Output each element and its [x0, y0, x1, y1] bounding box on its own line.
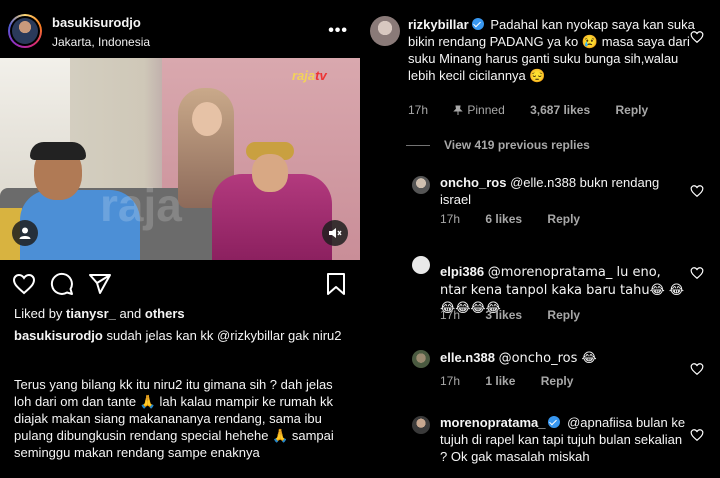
comment-username[interactable]: elpi386	[440, 264, 484, 279]
reply-button[interactable]: Reply	[616, 103, 649, 117]
caption: basukisurodjo sudah jelas kan kk @rizkyb…	[14, 327, 344, 344]
comment-meta: 17h 3 likes Reply	[440, 308, 602, 322]
liked-others[interactable]: others	[145, 306, 185, 321]
post-location[interactable]: Jakarta, Indonesia	[52, 35, 150, 49]
comment-text: @oncho_ros 😂	[498, 351, 597, 366]
comment-username[interactable]: morenopratama_	[440, 415, 545, 430]
comment-likes[interactable]: 6 likes	[485, 212, 522, 226]
heart-icon[interactable]	[690, 184, 704, 198]
avatar[interactable]	[412, 416, 430, 434]
comment-likes[interactable]: 3,687 likes	[530, 103, 590, 117]
reply-item: oncho_ros @elle.n388 bukn rendang israel	[440, 174, 690, 208]
pinned-label: Pinned	[453, 103, 505, 117]
comment-meta: 17h 1 like Reply	[440, 374, 595, 388]
avatar[interactable]	[412, 350, 430, 368]
avatar[interactable]	[412, 256, 430, 274]
view-previous-replies[interactable]: View 419 previous replies	[406, 138, 590, 152]
comment-username[interactable]: elle.n388	[440, 350, 495, 365]
comment-time: 17h	[440, 308, 461, 322]
comments-panel: rizkybillar Padahal kan nyokap saya kan …	[360, 0, 720, 478]
comment-likes[interactable]: 1 like	[485, 374, 515, 388]
comment-likes[interactable]: 3 likes	[485, 308, 522, 322]
caption-body: Terus yang bilang kk itu niru2 itu giman…	[14, 377, 334, 460]
post-actions	[0, 268, 360, 300]
comment-time: 17h	[408, 103, 429, 117]
post-header: basukisurodjo Jakarta, Indonesia •••	[0, 0, 360, 60]
heart-icon[interactable]	[690, 30, 704, 44]
avatar[interactable]	[370, 16, 400, 46]
avatar[interactable]	[8, 14, 42, 48]
heart-icon[interactable]	[12, 272, 36, 296]
verified-icon	[548, 416, 561, 428]
comment-main: rizkybillar Padahal kan nyokap saya kan …	[408, 16, 698, 84]
reply-button[interactable]: Reply	[541, 374, 574, 388]
comment-time: 17h	[440, 374, 461, 388]
liked-by: Liked by tianysr_ and others	[14, 306, 185, 321]
liked-user[interactable]: tianysr_	[66, 306, 116, 321]
comment-time: 17h	[440, 212, 461, 226]
heart-icon[interactable]	[690, 362, 704, 376]
caption-username[interactable]: basukisurodjo	[14, 328, 103, 343]
reply-button[interactable]: Reply	[547, 212, 580, 226]
reply-item: morenopratama_ @apnafiisa bulan ke tujuh…	[440, 414, 686, 465]
bookmark-icon[interactable]	[324, 272, 348, 296]
post-image[interactable]: raja rajatv	[0, 58, 360, 260]
comment-username[interactable]: rizkybillar	[408, 17, 469, 32]
pin-icon	[453, 105, 464, 115]
post-panel: basukisurodjo Jakarta, Indonesia ••• raj…	[0, 0, 360, 478]
more-icon[interactable]: •••	[328, 22, 348, 40]
caption-text: sudah jelas kan kk @rizkybillar gak niru…	[106, 328, 342, 343]
channel-logo: rajatv	[292, 68, 327, 83]
comment-icon[interactable]	[50, 272, 74, 296]
comment-meta: 17h Pinned 3,687 likes Reply	[408, 103, 670, 117]
share-icon[interactable]	[88, 272, 112, 296]
post-username[interactable]: basukisurodjo	[52, 15, 141, 30]
verified-icon	[471, 18, 484, 30]
heart-icon[interactable]	[690, 428, 704, 442]
avatar[interactable]	[412, 176, 430, 194]
reply-button[interactable]: Reply	[547, 308, 580, 322]
comment-username[interactable]: oncho_ros	[440, 175, 506, 190]
user-tag-icon[interactable]	[12, 220, 38, 246]
heart-icon[interactable]	[690, 266, 704, 280]
mute-icon[interactable]	[322, 220, 348, 246]
comment-meta: 17h 6 likes Reply	[440, 212, 602, 226]
reply-item: elle.n388 @oncho_ros 😂	[440, 349, 690, 367]
image-watermark: raja	[100, 179, 182, 231]
